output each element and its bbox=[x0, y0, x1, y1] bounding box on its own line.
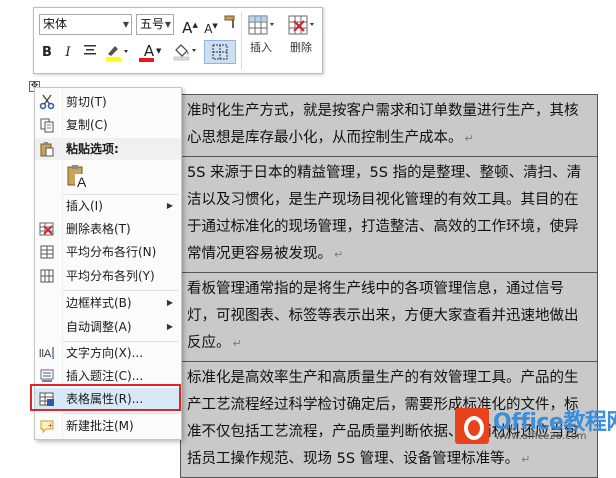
menu-item-new-comment[interactable]: + 新建批注(M) bbox=[35, 415, 181, 437]
grow-font-button[interactable]: A▲ bbox=[182, 15, 198, 37]
paragraph-mark-icon: ↵ bbox=[334, 248, 344, 261]
menu-item-label: 边框样式(B) bbox=[66, 296, 132, 310]
borders-button[interactable] bbox=[204, 40, 236, 64]
menu-item-delete-table[interactable]: 删除表格(T) bbox=[35, 218, 181, 240]
watermark-url: www.office26.com bbox=[495, 431, 587, 442]
menu-item-paste-options: 粘贴选项: bbox=[35, 138, 181, 160]
menu-item-label: 剪切(T) bbox=[66, 95, 107, 109]
grow-font-icon: A bbox=[182, 19, 193, 37]
table-cell[interactable]: 5S 来源于日本的精益管理，5S 指的是整理、整顿、清扫、清洁以及习惯化，是生产… bbox=[180, 156, 598, 273]
cell-text: 5S 来源于日本的精益管理，5S 指的是整理、整顿、清扫、清洁以及习惯化，是生产… bbox=[187, 165, 582, 262]
bold-button[interactable]: B bbox=[39, 43, 55, 63]
font-name-select[interactable]: 宋体 ▼ bbox=[39, 14, 132, 35]
menu-item-label: 复制(C) bbox=[66, 118, 108, 132]
highlighter-icon bbox=[106, 46, 128, 61]
shrink-font-button[interactable]: A▼ bbox=[204, 16, 218, 36]
menu-item-label: 粘贴选项: bbox=[66, 142, 119, 156]
toolbar-divider bbox=[241, 12, 242, 70]
italic-button[interactable]: I bbox=[61, 43, 75, 63]
paragraph-mark-icon: ↵ bbox=[521, 453, 531, 466]
borders-icon bbox=[212, 44, 228, 60]
font-color-swatch bbox=[139, 58, 154, 62]
menu-item-cut[interactable]: 剪切(T) bbox=[35, 91, 181, 113]
chevron-down-icon: ▼ bbox=[122, 20, 129, 29]
menu-item-label: 新建批注(M) bbox=[66, 419, 134, 433]
menu-item-autofit[interactable]: 自动调整(A) ▶ bbox=[35, 316, 181, 338]
table-cell[interactable]: 准时化生产方式，就是按客户需求和订单数量进行生产，其核心思想是库存最小化，从而控… bbox=[180, 94, 598, 157]
menu-item-label: 自动调整(A) bbox=[66, 320, 132, 334]
highlight-button[interactable] bbox=[104, 43, 130, 63]
menu-item-copy[interactable]: 复制(C) bbox=[35, 114, 181, 136]
table-row: 准时化生产方式，就是按客户需求和订单数量进行生产，其核心思想是库存最小化，从而控… bbox=[180, 94, 598, 157]
paragraph-mark-icon: ↵ bbox=[232, 337, 242, 350]
chevron-right-icon: ▶ bbox=[166, 298, 173, 307]
mini-toolbar: 宋体 ▼ 五号 ▼ A▲ A▼ B I A ▼ 插入 删除 bbox=[33, 7, 323, 74]
font-color-button[interactable]: A ▼ bbox=[136, 41, 162, 62]
menu-item-border-style[interactable]: 边框样式(B) ▶ bbox=[35, 292, 181, 314]
font-name-value: 宋体 bbox=[43, 17, 68, 31]
menu-item-distribute-rows[interactable]: 平均分布各行(N) bbox=[35, 241, 181, 263]
cell-text: 看板管理通常指的是将生产线中的各项管理信息，通过信号灯，可视图表、标签等表示出来… bbox=[187, 281, 579, 351]
menu-item-insert[interactable]: 插入(I) ▶ bbox=[35, 195, 181, 217]
center-align-button[interactable] bbox=[81, 43, 99, 63]
office-logo-icon bbox=[455, 408, 489, 444]
chevron-right-icon: ▶ bbox=[166, 201, 173, 210]
align-center-icon bbox=[84, 45, 96, 55]
menu-item-distribute-columns[interactable]: 平均分布各列(Y) bbox=[35, 265, 181, 287]
cell-text: 准时化生产方式，就是按客户需求和订单数量进行生产，其核心思想是库存最小化，从而控… bbox=[187, 103, 579, 146]
insert-caption-icon bbox=[39, 368, 55, 384]
paste-icon bbox=[39, 141, 55, 157]
table-row: 看板管理通常指的是将生产线中的各项管理信息，通过信号灯，可视图表、标签等表示出来… bbox=[180, 272, 598, 362]
highlight-annotation-box bbox=[30, 384, 181, 411]
table-cell[interactable]: 看板管理通常指的是将生产线中的各项管理信息，通过信号灯，可视图表、标签等表示出来… bbox=[180, 272, 598, 362]
chevron-down-icon: ▼ bbox=[156, 47, 162, 55]
format-painter-icon bbox=[224, 15, 235, 28]
table-row: 5S 来源于日本的精益管理，5S 指的是整理、整顿、清扫、清洁以及习惯化，是生产… bbox=[180, 156, 598, 273]
svg-text:llA: llA bbox=[39, 348, 52, 360]
new-comment-icon: + bbox=[39, 418, 55, 434]
paste-keep-text-button[interactable]: A bbox=[65, 164, 91, 190]
menu-item-label: 平均分布各列(Y) bbox=[66, 269, 155, 283]
scissors-icon bbox=[39, 94, 55, 110]
text-direction-icon: llA bbox=[39, 345, 55, 361]
distribute-columns-icon bbox=[39, 268, 55, 284]
delete-table-icon bbox=[39, 221, 55, 237]
delete-button[interactable]: 删除 bbox=[284, 13, 318, 55]
chevron-down-icon: ▼ bbox=[164, 20, 171, 29]
paragraph-mark-icon: ↵ bbox=[464, 132, 474, 145]
document-page: ✥ 准时化生产方式，就是按客户需求和订单数量进行生产，其核心思想是库存最小化，从… bbox=[0, 0, 616, 478]
menu-item-text-direction[interactable]: llA 文字方向(X)... bbox=[35, 342, 181, 364]
chevron-right-icon: ▶ bbox=[166, 322, 173, 331]
svg-text:A: A bbox=[77, 174, 87, 190]
insert-label: 插入 bbox=[250, 41, 272, 54]
format-painter-button[interactable] bbox=[222, 14, 240, 34]
shading-button[interactable] bbox=[171, 41, 199, 61]
menu-item-label: 文字方向(X)... bbox=[66, 346, 144, 360]
delete-table-icon bbox=[288, 15, 314, 35]
distribute-rows-icon bbox=[39, 244, 55, 260]
insert-table-icon bbox=[248, 15, 274, 35]
svg-text:+: + bbox=[48, 421, 53, 430]
menu-item-label: 平均分布各行(N) bbox=[66, 245, 157, 259]
menu-item-label: 插入(I) bbox=[66, 199, 103, 213]
menu-separator bbox=[63, 290, 179, 291]
copy-icon bbox=[39, 117, 55, 133]
menu-item-label: 删除表格(T) bbox=[66, 222, 131, 236]
insert-button[interactable]: 插入 bbox=[244, 13, 278, 55]
font-size-select[interactable]: 五号 ▼ bbox=[136, 14, 174, 35]
font-size-value: 五号 bbox=[140, 17, 165, 31]
paste-text-only-icon: A bbox=[67, 165, 89, 190]
paint-bucket-icon bbox=[173, 44, 196, 61]
menu-separator bbox=[63, 413, 179, 414]
watermark: Office教程网 www.office26.com bbox=[455, 402, 616, 452]
delete-label: 删除 bbox=[290, 41, 312, 54]
